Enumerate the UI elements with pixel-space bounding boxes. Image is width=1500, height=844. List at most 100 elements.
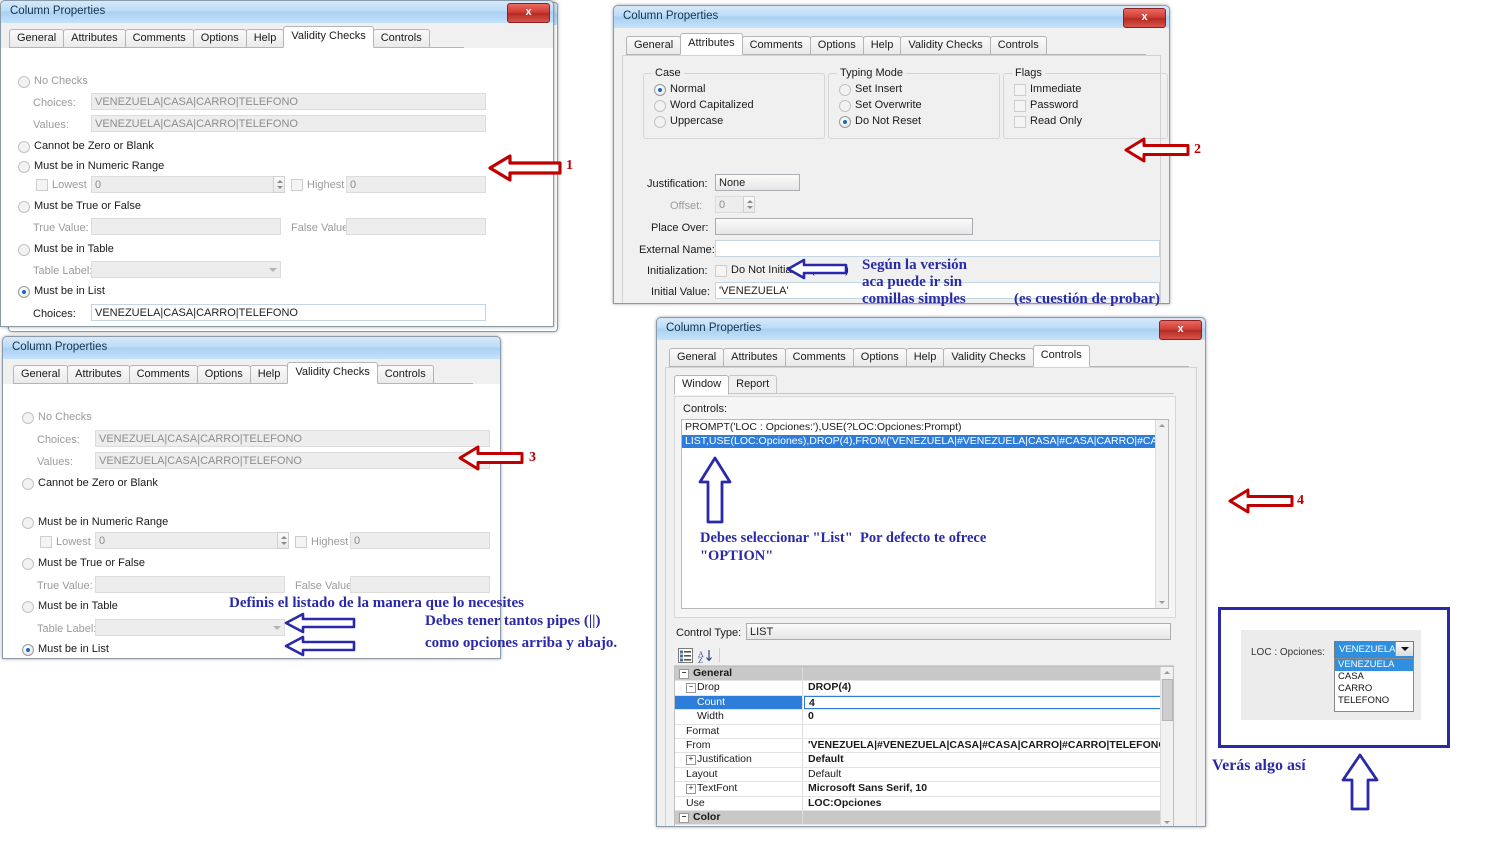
subtab-window[interactable]: Window [674, 375, 730, 395]
select-place-over[interactable] [715, 218, 973, 235]
radio-numeric-range[interactable] [18, 161, 30, 173]
table-row[interactable]: Drop − DROP(4) [675, 681, 1173, 696]
input-external-name[interactable] [715, 240, 1160, 257]
grid-category-color[interactable]: Color − [675, 810, 1173, 826]
grid-row-use-value[interactable]: LOC:Opciones [804, 797, 1173, 810]
tab-options[interactable]: Options [192, 29, 247, 47]
tab-general[interactable]: General [9, 29, 65, 47]
dialog1-tabstrip[interactable]: General Attributes Comments Options Help… [9, 26, 464, 48]
tab-comments[interactable]: Comments [741, 36, 811, 54]
radio-set-overwrite[interactable] [839, 100, 851, 112]
input-highest[interactable]: 0 [350, 532, 490, 549]
tab-comments[interactable]: Comments [784, 348, 854, 366]
dialog2-tabstrip[interactable]: General Attributes Comments Options Help… [626, 33, 1146, 55]
scroll-down-arrow[interactable] [1161, 817, 1172, 826]
list-item[interactable]: TELEFONO [1335, 695, 1413, 707]
checkbox-lowest[interactable] [36, 179, 48, 191]
tab-attributes[interactable]: Attributes [680, 33, 743, 55]
expand-icon[interactable]: + [686, 784, 696, 795]
table-row[interactable]: Justification + Default [675, 753, 1173, 768]
checkbox-lowest[interactable] [40, 536, 52, 548]
radio-normal[interactable] [654, 84, 666, 96]
property-grid[interactable]: General − Drop − DROP(4) Count 4 Width 0 [674, 666, 1174, 826]
input-values-top[interactable]: VENEZUELA|CASA|CARRO|TELEFONO [91, 115, 486, 132]
input-true-value[interactable] [91, 218, 281, 235]
tab-validity-checks[interactable]: Validity Checks [900, 36, 991, 54]
dialog3-titlebar[interactable]: Column Properties [3, 337, 500, 360]
grid-row-textfont-value[interactable]: Microsoft Sans Serif, 10 [804, 782, 1173, 795]
tab-validity-checks[interactable]: Validity Checks [283, 26, 374, 48]
dialog4-titlebar[interactable]: Column Properties x [657, 318, 1205, 341]
scroll-up-arrow[interactable] [1161, 667, 1172, 678]
select-justification[interactable]: None [715, 174, 800, 191]
controls-line-1[interactable]: PROMPT('LOC : Opciones:'),USE(?LOC:Opcio… [685, 421, 1154, 433]
radio-no-checks[interactable] [22, 412, 34, 424]
grid-row-format-value[interactable] [804, 725, 1173, 738]
table-row[interactable]: Count 4 [675, 695, 1173, 711]
radio-cannot-be-zero[interactable] [18, 141, 30, 153]
property-grid-toolbar[interactable]: A Z [674, 646, 1174, 666]
tab-help[interactable]: Help [905, 348, 945, 366]
tab-controls[interactable]: Controls [989, 36, 1047, 54]
lowest-spinner[interactable] [273, 176, 285, 193]
tab-help[interactable]: Help [862, 36, 902, 54]
tab-attributes[interactable]: Attributes [67, 365, 130, 383]
list-item[interactable]: CASA [1335, 671, 1413, 683]
scroll-down-arrow[interactable] [1156, 597, 1167, 608]
tab-general[interactable]: General [669, 348, 725, 366]
collapse-icon[interactable]: − [686, 683, 696, 694]
tab-help[interactable]: Help [245, 29, 285, 47]
grid-row-from-value[interactable]: 'VENEZUELA|#VENEZUELA|CASA|#CASA|CARRO|#… [804, 739, 1173, 752]
input-table-label[interactable] [91, 261, 281, 278]
table-row[interactable]: Format [675, 724, 1173, 739]
close-icon[interactable]: x [1123, 8, 1166, 28]
checkbox-do-not-initialize[interactable] [715, 265, 727, 277]
radio-true-false[interactable] [18, 201, 30, 213]
preview-dropdown[interactable]: VENEZUELA [1334, 641, 1414, 659]
tab-options[interactable]: Options [809, 36, 864, 54]
radio-uppercase[interactable] [654, 116, 666, 128]
tab-controls[interactable]: Controls [372, 29, 430, 47]
grid-row-count-value[interactable]: 4 [804, 695, 1173, 710]
tab-comments[interactable]: Comments [124, 29, 194, 47]
grid-category-general[interactable]: General − [675, 667, 1173, 682]
radio-do-not-reset[interactable] [839, 116, 851, 128]
grid-row-layout-value[interactable]: Default [804, 768, 1173, 781]
table-row[interactable]: Use LOC:Opciones [675, 796, 1173, 811]
controls-textarea[interactable]: PROMPT('LOC : Opciones:'),USE(?LOC:Opcio… [681, 419, 1169, 609]
select-control-type[interactable]: LIST [746, 623, 1171, 640]
checkbox-password[interactable] [1014, 100, 1026, 112]
radio-set-insert[interactable] [839, 84, 851, 96]
tab-options[interactable]: Options [852, 348, 907, 366]
dialog4-tabstrip[interactable]: General Attributes Comments Options Help… [669, 345, 1189, 367]
radio-word-capitalized[interactable] [654, 100, 666, 112]
dialog2-titlebar[interactable]: Column Properties x [614, 6, 1169, 29]
input-lowest[interactable]: 0 [91, 176, 281, 193]
grid-row-width-value[interactable]: 0 [804, 710, 1173, 723]
input-lowest[interactable]: 0 [95, 532, 285, 549]
radio-numeric-range[interactable] [22, 517, 34, 529]
grid-row-drop-value[interactable]: DROP(4) [804, 681, 1173, 694]
input-choices-list[interactable]: VENEZUELA|CASA|CARRO|TELEFONO [91, 304, 486, 321]
categorized-view-icon[interactable] [678, 648, 693, 663]
grid-row-justification-value[interactable]: Default [804, 753, 1173, 766]
radio-in-table[interactable] [18, 244, 30, 256]
alphabetical-sort-icon[interactable]: A Z [698, 648, 713, 663]
scroll-thumb[interactable] [1162, 679, 1173, 721]
radio-no-checks[interactable] [18, 76, 30, 88]
close-icon[interactable]: x [1159, 320, 1202, 340]
tab-controls[interactable]: Controls [1032, 345, 1090, 367]
checkbox-highest[interactable] [291, 179, 303, 191]
tab-attributes[interactable]: Attributes [723, 348, 786, 366]
dialog-validity-checks-1[interactable]: Column Properties x General Attributes C… [0, 0, 554, 327]
tab-validity-checks[interactable]: Validity Checks [943, 348, 1034, 366]
radio-in-table[interactable] [22, 601, 34, 613]
table-row[interactable]: Layout Default [675, 767, 1173, 783]
subtab-report[interactable]: Report [728, 375, 778, 393]
dialog1-titlebar[interactable]: Column Properties x [1, 1, 553, 24]
input-false-value[interactable] [350, 576, 490, 593]
input-choices-top[interactable]: VENEZUELA|CASA|CARRO|TELEFONO [95, 430, 490, 447]
table-row[interactable]: From 'VENEZUELA|#VENEZUELA|CASA|#CASA|CA… [675, 738, 1173, 754]
radio-in-list[interactable] [22, 644, 34, 656]
dialog4-subtabstrip[interactable]: Window Report [674, 375, 1174, 395]
